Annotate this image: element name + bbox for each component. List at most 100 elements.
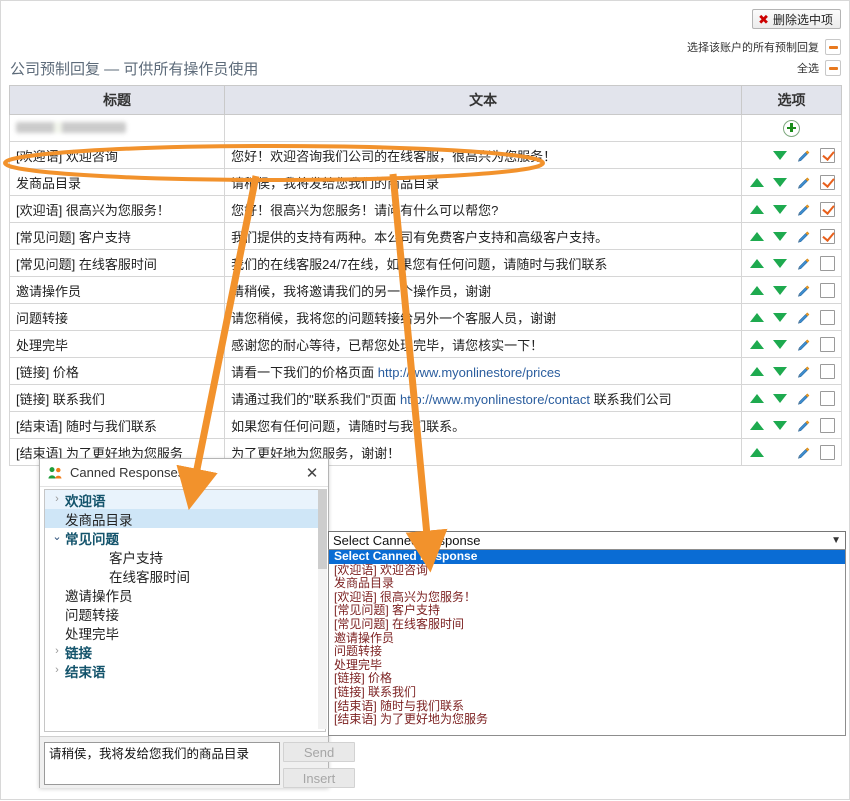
tree-scrollbar-thumb[interactable] xyxy=(318,489,327,569)
row-checkbox[interactable] xyxy=(820,147,835,163)
chevron-right-icon[interactable]: › xyxy=(49,494,65,505)
select-option[interactable]: [常见问题] 在线客服时间 xyxy=(329,617,845,632)
row-options-cell xyxy=(741,438,842,466)
select-option[interactable]: 发商品目录 xyxy=(329,577,845,591)
move-up-icon[interactable] xyxy=(750,447,764,457)
row-checkbox[interactable] xyxy=(820,174,835,190)
tree-item[interactable]: › 结束语 xyxy=(45,661,325,680)
table-row: [链接] 联系我们 请通过我们的"联系我们"页面 http://www.myonl… xyxy=(8,384,842,412)
row-options-cell xyxy=(741,357,842,385)
table-row: 问题转接 请您稍候，我将您的问题转接给另外一个客服人员，谢谢 xyxy=(8,303,842,331)
move-down-icon[interactable] xyxy=(773,339,787,349)
move-up-icon[interactable] xyxy=(750,393,764,403)
row-text-url[interactable]: http://www.myonlinestore/prices xyxy=(378,365,561,380)
move-down-icon[interactable] xyxy=(773,204,787,214)
row-text-url[interactable]: http://www.myonlinestore/contact xyxy=(400,392,590,407)
row-checkbox[interactable] xyxy=(820,444,835,460)
chevron-right-icon[interactable]: › xyxy=(49,646,65,657)
move-up-icon[interactable] xyxy=(750,258,764,268)
edit-pencil-icon[interactable] xyxy=(796,418,811,433)
tree-item[interactable]: › 欢迎语 xyxy=(45,490,325,509)
move-down-icon[interactable] xyxy=(773,393,787,403)
select-option[interactable]: 处理完毕 xyxy=(329,658,845,673)
move-up-icon[interactable] xyxy=(750,339,764,349)
move-up-icon[interactable] xyxy=(750,204,764,214)
select-option[interactable]: [链接] 联系我们 xyxy=(329,685,845,700)
insert-button[interactable]: Insert xyxy=(283,768,355,788)
select-option[interactable]: 邀请操作员 xyxy=(329,631,845,646)
plus-icon[interactable] xyxy=(783,119,801,137)
tree-scrollbar[interactable] xyxy=(318,489,327,729)
chevron-down-icon: ▼ xyxy=(831,535,841,546)
move-down-icon[interactable] xyxy=(773,231,787,241)
delete-selected-button[interactable]: ✖ 删除选中项 xyxy=(752,9,841,29)
edit-pencil-icon[interactable] xyxy=(796,310,811,325)
row-checkbox[interactable] xyxy=(820,363,835,379)
minus-icon-account[interactable] xyxy=(825,39,841,55)
edit-pencil-icon[interactable] xyxy=(796,364,811,379)
tree-item[interactable]: 问题转接 xyxy=(45,604,325,623)
edit-pencil-icon[interactable] xyxy=(796,445,811,460)
row-title-cell: [欢迎语] 很高兴为您服务！ xyxy=(8,195,226,223)
send-button[interactable]: Send xyxy=(283,742,355,762)
edit-pencil-icon[interactable] xyxy=(796,202,811,217)
canned-responses-tree[interactable]: › 欢迎语 发商品目录 ⌄ 常见问题 客户支持 在线客服时间 邀请操作员 问题转接 处理完毕 › 链接… xyxy=(44,489,326,732)
move-up-icon[interactable] xyxy=(750,177,764,187)
tree-item[interactable]: › 链接 xyxy=(45,642,325,661)
edit-pencil-icon[interactable] xyxy=(796,337,811,352)
edit-pencil-icon[interactable] xyxy=(796,148,811,163)
select-option[interactable]: Select Canned Response xyxy=(329,550,845,564)
message-input[interactable] xyxy=(44,742,280,785)
canned-response-select[interactable]: Select Canned Response ▼ xyxy=(328,531,846,550)
row-text-cell: 您好！很高兴为您服务！请问有什么可以帮您? xyxy=(224,195,743,223)
tree-item[interactable]: 邀请操作员 xyxy=(45,585,325,604)
move-down-icon[interactable] xyxy=(773,258,787,268)
minus-icon-all[interactable] xyxy=(825,60,841,76)
table-row: [常见问题] 在线客服时间 我们的在线客服24/7在线，如果您有任何问题，请随时与… xyxy=(8,249,842,277)
row-checkbox[interactable] xyxy=(820,390,835,406)
edit-pencil-icon[interactable] xyxy=(796,175,811,190)
move-up-icon[interactable] xyxy=(750,285,764,295)
tree-item[interactable]: ⌄ 常见问题 xyxy=(45,528,325,547)
table-row: [欢迎语] 欢迎咨询 您好！欢迎咨询我们公司的在线客服，很高兴为您服务！ xyxy=(8,141,842,169)
canned-response-option-list[interactable]: Select Canned Response [欢迎语] 欢迎咨询 发商品目录 [欢迎… xyxy=(328,549,846,736)
move-up-placeholder xyxy=(750,151,764,160)
chevron-down-icon[interactable]: ⌄ xyxy=(49,532,65,543)
close-icon[interactable]: ✕ xyxy=(302,463,322,483)
row-checkbox[interactable] xyxy=(820,255,835,271)
move-up-icon[interactable] xyxy=(750,231,764,241)
select-option[interactable]: [欢迎语] 欢迎咨询 xyxy=(329,563,845,578)
tree-item[interactable]: 处理完毕 xyxy=(45,623,325,642)
select-option[interactable]: [链接] 价格 xyxy=(329,672,845,686)
tree-item[interactable]: 客户支持 xyxy=(45,547,325,566)
row-checkbox[interactable] xyxy=(820,309,835,325)
move-down-icon[interactable] xyxy=(773,285,787,295)
row-checkbox[interactable] xyxy=(820,282,835,298)
move-up-icon[interactable] xyxy=(750,420,764,430)
tree-item[interactable]: 在线客服时间 xyxy=(45,566,325,585)
select-option[interactable]: [结束语] 为了更好地为您服务 xyxy=(329,713,845,727)
row-checkbox[interactable] xyxy=(820,417,835,433)
move-down-icon[interactable] xyxy=(773,312,787,322)
chevron-right-icon[interactable]: › xyxy=(49,665,65,676)
move-up-icon[interactable] xyxy=(750,366,764,376)
edit-pencil-icon[interactable] xyxy=(796,283,811,298)
select-option[interactable]: [常见问题] 客户支持 xyxy=(329,604,845,618)
select-all-row: 全选 xyxy=(797,60,841,76)
delete-selected-label: 删除选中项 xyxy=(772,12,833,27)
row-checkbox[interactable] xyxy=(820,228,835,244)
edit-pencil-icon[interactable] xyxy=(796,256,811,271)
row-checkbox[interactable] xyxy=(820,336,835,352)
row-checkbox[interactable] xyxy=(820,201,835,217)
move-up-icon[interactable] xyxy=(750,312,764,322)
select-option[interactable]: 问题转接 xyxy=(329,645,845,659)
move-down-icon[interactable] xyxy=(773,150,787,160)
move-down-icon[interactable] xyxy=(773,177,787,187)
row-title-cell: 处理完毕 xyxy=(8,330,226,358)
move-down-icon[interactable] xyxy=(773,420,787,430)
edit-pencil-icon[interactable] xyxy=(796,229,811,244)
row-text-prefix: 请通过我们的"联系我们"页面 xyxy=(231,391,400,407)
move-down-icon[interactable] xyxy=(773,366,787,376)
tree-item[interactable]: 发商品目录 xyxy=(45,509,325,528)
edit-pencil-icon[interactable] xyxy=(796,391,811,406)
